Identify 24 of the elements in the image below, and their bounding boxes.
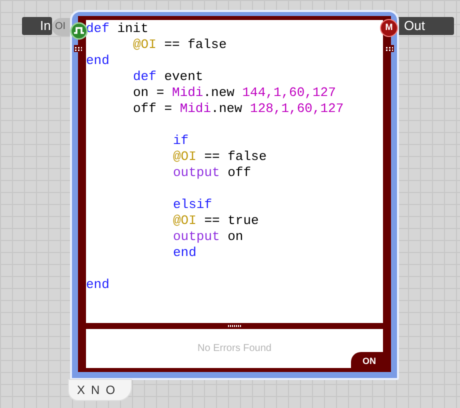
code-line: def init [86, 21, 148, 37]
control-button[interactable]: N [91, 382, 100, 398]
control-button[interactable]: X [77, 382, 86, 398]
code-line: elsif [173, 197, 212, 213]
code-line: if [173, 133, 189, 149]
code-line: @OI == false [173, 149, 267, 165]
code-line: @OI == true [173, 213, 259, 229]
code-line: end [86, 53, 110, 69]
code-line: on = Midi.new 144,1,60,127 [133, 85, 336, 101]
status-text: No Errors Found [198, 342, 272, 356]
code-line: output off [173, 165, 252, 181]
code-line: def event [133, 69, 204, 85]
code-line: output on [173, 229, 244, 245]
code-editor[interactable]: def init @OI == false end def event on = Midi.new 144,1,60,127 off = Midi.new 128,1,60,127 if @OI == false output off elsif @OI == true output on end end [86, 20, 383, 323]
code-line: end [86, 277, 110, 293]
control-button[interactable]: O [106, 382, 116, 398]
input-port-icon[interactable] [70, 22, 88, 40]
code-line: @OI == false [133, 37, 227, 53]
grid-icon[interactable] [385, 45, 394, 52]
toggle-button[interactable]: ON [350, 352, 385, 370]
code-line: end [173, 245, 196, 261]
output-label: Out [396, 17, 454, 35]
input-label: In [22, 17, 52, 35]
code-line: off = Midi.new 128,1,60,127 [133, 101, 344, 117]
